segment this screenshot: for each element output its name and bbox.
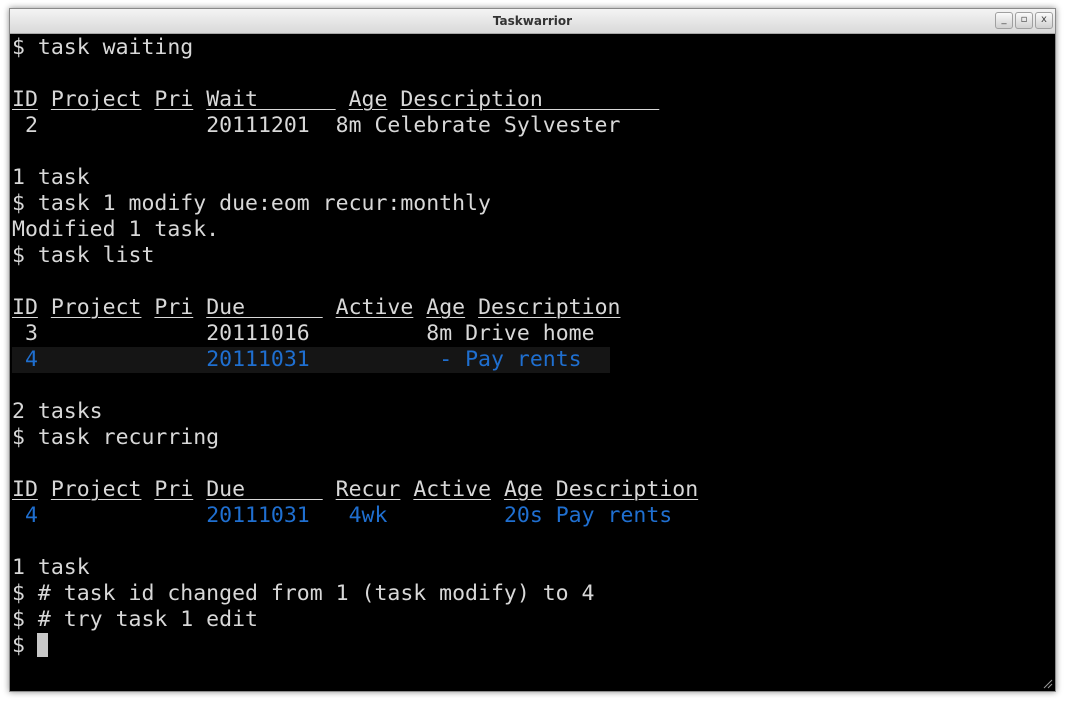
task-count: 2 tasks [12, 399, 103, 424]
active-prompt[interactable]: $ [12, 633, 1055, 659]
table-row: 4 20111031 4wk 20s Pay rents [24, 503, 673, 528]
command-line: $ # try task 1 edit [12, 607, 258, 632]
table-header: ID Project Pri Due Recur Active Age Desc… [12, 477, 699, 502]
command-line: $ task 1 modify due:eom recur:monthly [12, 191, 491, 216]
command-line: $ # task id changed from 1 (task modify)… [12, 581, 595, 606]
command-result: Modified 1 task. [12, 217, 220, 242]
command-line: $ task recurring [12, 425, 220, 450]
table-row-highlighted: 4 20111031 - Pay rents [12, 347, 1055, 373]
title-bar[interactable]: Taskwarrior _ ▫ x [10, 9, 1055, 34]
window-title: Taskwarrior [492, 14, 573, 28]
table-row: 2 20111201 8m Celebrate Sylvester [24, 113, 621, 138]
task-count: 1 task [12, 555, 90, 580]
maximize-button[interactable]: ▫ [1015, 12, 1033, 29]
minimize-button[interactable]: _ [995, 12, 1013, 29]
table-row: 3 20111016 8m Drive home [24, 321, 595, 346]
task-count: 1 task [12, 165, 90, 190]
command-line: $ task list [12, 243, 155, 268]
resize-grip-icon[interactable] [1041, 677, 1053, 689]
close-button[interactable]: x [1035, 12, 1053, 29]
terminal-output[interactable]: $ task waiting ID Project Pri Wait Age D… [12, 35, 1055, 691]
command-line: $ task waiting [12, 35, 194, 60]
text-cursor [36, 633, 48, 657]
terminal-window: Taskwarrior _ ▫ x $ task waiting ID Proj… [9, 8, 1056, 692]
table-header: ID Project Pri Wait Age Description [12, 87, 660, 112]
window-controls: _ ▫ x [995, 12, 1053, 29]
table-header: ID Project Pri Due Active Age Descriptio… [12, 295, 621, 320]
